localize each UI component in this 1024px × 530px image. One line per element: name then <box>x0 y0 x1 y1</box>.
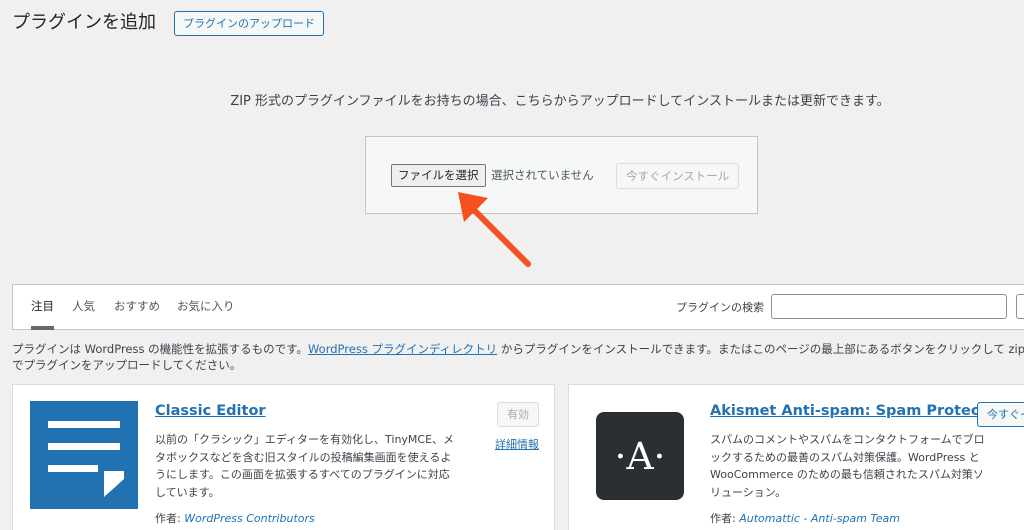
more-details-link[interactable]: 詳細情報 <box>495 436 539 452</box>
plugin-name-link[interactable]: Classic Editor <box>155 403 266 419</box>
plugin-description: スパムのコメントやスパムをコンタクトフォームでブロックするための最善のスパム対策… <box>710 433 985 499</box>
tab-favorites[interactable]: お気に入り <box>177 298 235 326</box>
upload-help-text: ZIP 形式のプラグインファイルをお持ちの場合、こちらからアップロードしてインス… <box>230 94 890 109</box>
page-title: プラグインを追加 <box>12 12 156 33</box>
plugin-description: 以前の「クラシック」エディターを有効化し、TinyMCE、メタボックスなどを含む… <box>155 433 455 499</box>
upload-box: ファイルを選択 選択されていません 今すぐインストール <box>365 136 758 214</box>
plugin-author: 作者: WordPress Contributors <box>155 512 315 525</box>
plugin-author: 作者: Automattic - Anti-spam Team <box>710 512 900 525</box>
plugin-directory-link[interactable]: WordPress プラグインディレクトリ <box>308 342 497 356</box>
classic-editor-icon[interactable] <box>30 401 138 509</box>
author-link[interactable]: Automattic - Anti-spam Team <box>739 512 900 525</box>
plugin-search-input[interactable] <box>771 294 1007 319</box>
search-label: プラグインの検索 <box>676 301 764 314</box>
intro-text: プラグインは WordPress の機能性を拡張するものです。WordPress… <box>12 342 1024 372</box>
author-link[interactable]: WordPress Contributors <box>184 512 315 525</box>
plugin-card-classic-editor: Classic Editor 以前の「クラシック」エディターを有効化し、Tiny… <box>12 384 555 530</box>
install-now-button[interactable]: 今すぐインストール <box>977 402 1024 427</box>
active-button: 有効 <box>497 402 539 427</box>
tab-recommended[interactable]: おすすめ <box>114 298 160 326</box>
choose-file-button[interactable]: ファイルを選択 <box>391 164 486 187</box>
akismet-icon[interactable]: ·A· <box>596 412 684 500</box>
upload-plugin-button[interactable]: プラグインのアップロード <box>174 11 324 36</box>
tab-popular[interactable]: 人気 <box>72 298 95 326</box>
file-status: 選択されていません <box>491 168 594 182</box>
search-type-select[interactable] <box>1016 294 1024 319</box>
tab-featured[interactable]: 注目 <box>31 298 54 330</box>
plugin-name-link[interactable]: Akismet Anti-spam: Spam Protection <box>710 403 1012 419</box>
install-now-button: 今すぐインストール <box>616 163 740 189</box>
plugin-card-akismet: ·A· Akismet Anti-spam: Spam Protection ス… <box>568 384 1024 530</box>
annotation-arrow-icon <box>458 192 531 267</box>
plugin-filter-bar: 注目 人気 おすすめ お気に入り プラグインの検索 <box>12 284 1024 330</box>
svg-text:·A·: ·A· <box>615 434 666 478</box>
